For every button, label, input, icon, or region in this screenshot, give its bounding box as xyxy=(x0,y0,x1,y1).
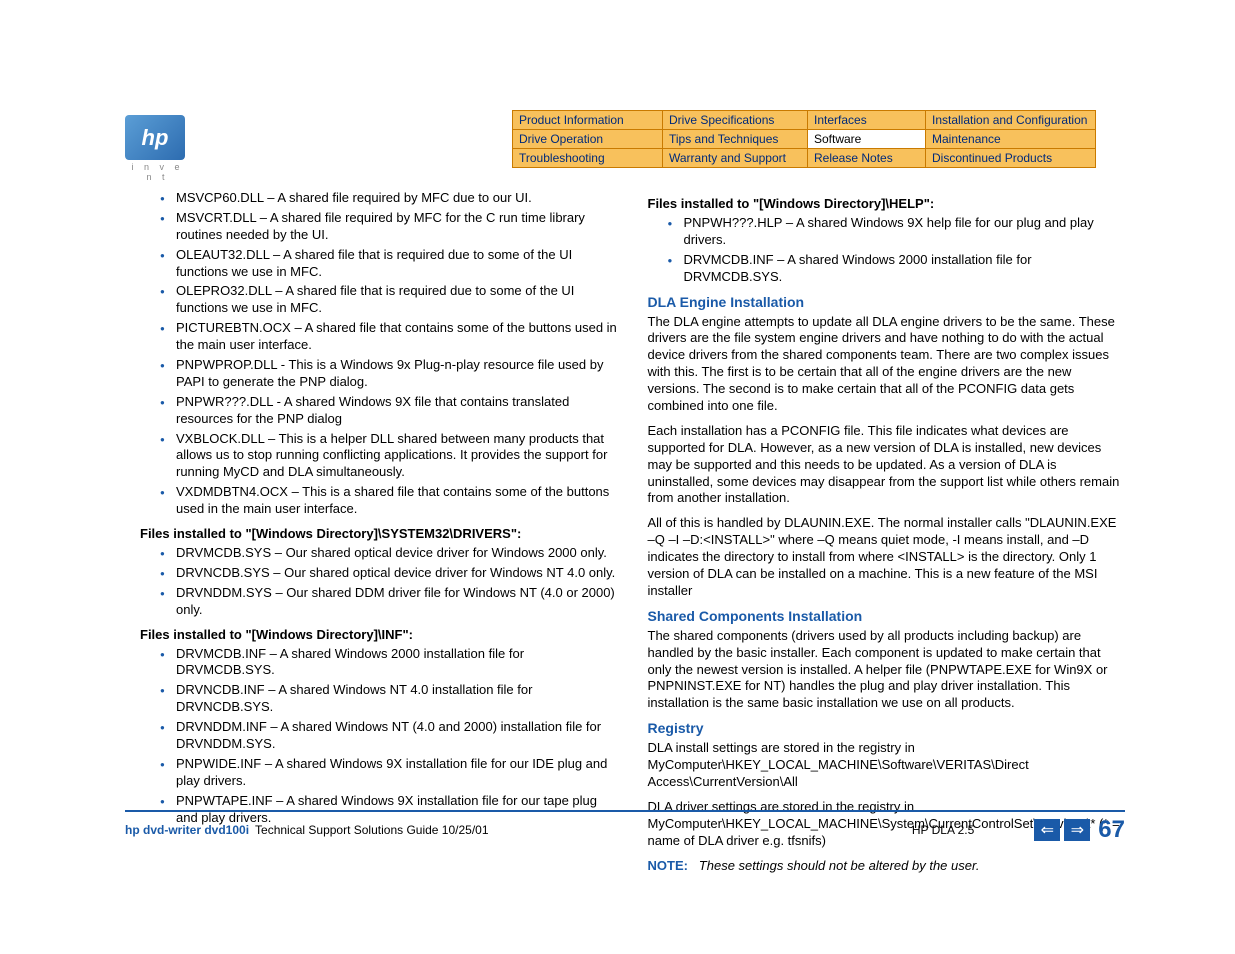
list-item: OLEPRO32.DLL – A shared file that is req… xyxy=(160,283,618,317)
nav-drive-operation[interactable]: Drive Operation xyxy=(513,130,663,149)
para-dla2: Each installation has a PCONFIG file. Th… xyxy=(648,423,1126,507)
list-item: DRVMCDB.SYS – Our shared optical device … xyxy=(160,545,618,562)
section-head-inf: Files installed to "[Windows Directory]\… xyxy=(140,627,618,642)
list-item: DRVNCDB.SYS – Our shared optical device … xyxy=(160,565,618,582)
footer: hp dvd-writer dvd100i Technical Support … xyxy=(125,810,1125,844)
note-text: These settings should not be altered by … xyxy=(699,858,980,873)
section-head-help: Files installed to "[Windows Directory]\… xyxy=(648,196,1126,211)
nav-interfaces[interactable]: Interfaces xyxy=(808,111,926,130)
nav-tips[interactable]: Tips and Techniques xyxy=(663,130,808,149)
list-item: VXBLOCK.DLL – This is a helper DLL share… xyxy=(160,431,618,482)
list-item: DRVMCDB.INF – A shared Windows 2000 inst… xyxy=(160,646,618,680)
nav-software[interactable]: Software xyxy=(808,130,926,149)
list-item: PNPWPROP.DLL - This is a Windows 9x Plug… xyxy=(160,357,618,391)
hp-logo-icon: hp xyxy=(125,115,185,160)
list-item: DRVNCDB.INF – A shared Windows NT 4.0 in… xyxy=(160,682,618,716)
list-item: DRVNDDM.SYS – Our shared DDM driver file… xyxy=(160,585,618,619)
inf-list: DRVMCDB.INF – A shared Windows 2000 inst… xyxy=(160,646,618,827)
nav-warranty[interactable]: Warranty and Support xyxy=(663,149,808,168)
footer-subtitle: Technical Support Solutions Guide 10/25/… xyxy=(255,823,489,837)
list-item: MSVCP60.DLL – A shared file required by … xyxy=(160,190,618,207)
note: NOTE: These settings should not be alter… xyxy=(648,858,1126,875)
nav-troubleshooting[interactable]: Troubleshooting xyxy=(513,149,663,168)
para-dla1: The DLA engine attempts to update all DL… xyxy=(648,314,1126,415)
list-item: DRVMCDB.INF – A shared Windows 2000 inst… xyxy=(668,252,1126,286)
nav-discontinued[interactable]: Discontinued Products xyxy=(926,149,1096,168)
para-reg1: DLA install settings are stored in the r… xyxy=(648,740,1126,791)
list-item: OLEAUT32.DLL – A shared file that is req… xyxy=(160,247,618,281)
nav-drive-specs[interactable]: Drive Specifications xyxy=(663,111,808,130)
heading-shared: Shared Components Installation xyxy=(648,608,1126,624)
nav-product-info[interactable]: Product Information xyxy=(513,111,663,130)
list-item: MSVCRT.DLL – A shared file required by M… xyxy=(160,210,618,244)
footer-section: HP DLA 2.5 xyxy=(912,823,974,837)
help-list: PNPWH???.HLP – A shared Windows 9X help … xyxy=(668,215,1126,286)
nav-table: Product Information Drive Specifications… xyxy=(512,110,1096,168)
list-item: PNPWH???.HLP – A shared Windows 9X help … xyxy=(668,215,1126,249)
para-dla3: All of this is handled by DLAUNIN.EXE. T… xyxy=(648,515,1126,599)
footer-title: hp dvd-writer dvd100i xyxy=(125,823,249,837)
next-page-button[interactable]: ⇒ xyxy=(1064,819,1090,841)
note-label: NOTE: xyxy=(648,858,688,873)
section-head-drivers: Files installed to "[Windows Directory]\… xyxy=(140,526,618,541)
drivers-list: DRVMCDB.SYS – Our shared optical device … xyxy=(160,545,618,619)
page-number: 67 xyxy=(1098,816,1125,844)
hp-logo: hp i n v e n t xyxy=(125,115,190,182)
list-item: PNPWR???.DLL - A shared Windows 9X file … xyxy=(160,394,618,428)
nav-install-config[interactable]: Installation and Configuration xyxy=(926,111,1096,130)
list-item: PICTUREBTN.OCX – A shared file that cont… xyxy=(160,320,618,354)
heading-registry: Registry xyxy=(648,720,1126,736)
nav-release-notes[interactable]: Release Notes xyxy=(808,149,926,168)
list-item: PNPWIDE.INF – A shared Windows 9X instal… xyxy=(160,756,618,790)
shared-file-list: MSVCP60.DLL – A shared file required by … xyxy=(160,190,618,518)
prev-page-button[interactable]: ⇐ xyxy=(1034,819,1060,841)
list-item: VXDMDBTN4.OCX – This is a shared file th… xyxy=(160,484,618,518)
heading-dla-engine: DLA Engine Installation xyxy=(648,294,1126,310)
list-item: DRVNDDM.INF – A shared Windows NT (4.0 a… xyxy=(160,719,618,753)
hp-tagline: i n v e n t xyxy=(125,162,190,182)
nav-maintenance[interactable]: Maintenance xyxy=(926,130,1096,149)
para-shared: The shared components (drivers used by a… xyxy=(648,628,1126,712)
